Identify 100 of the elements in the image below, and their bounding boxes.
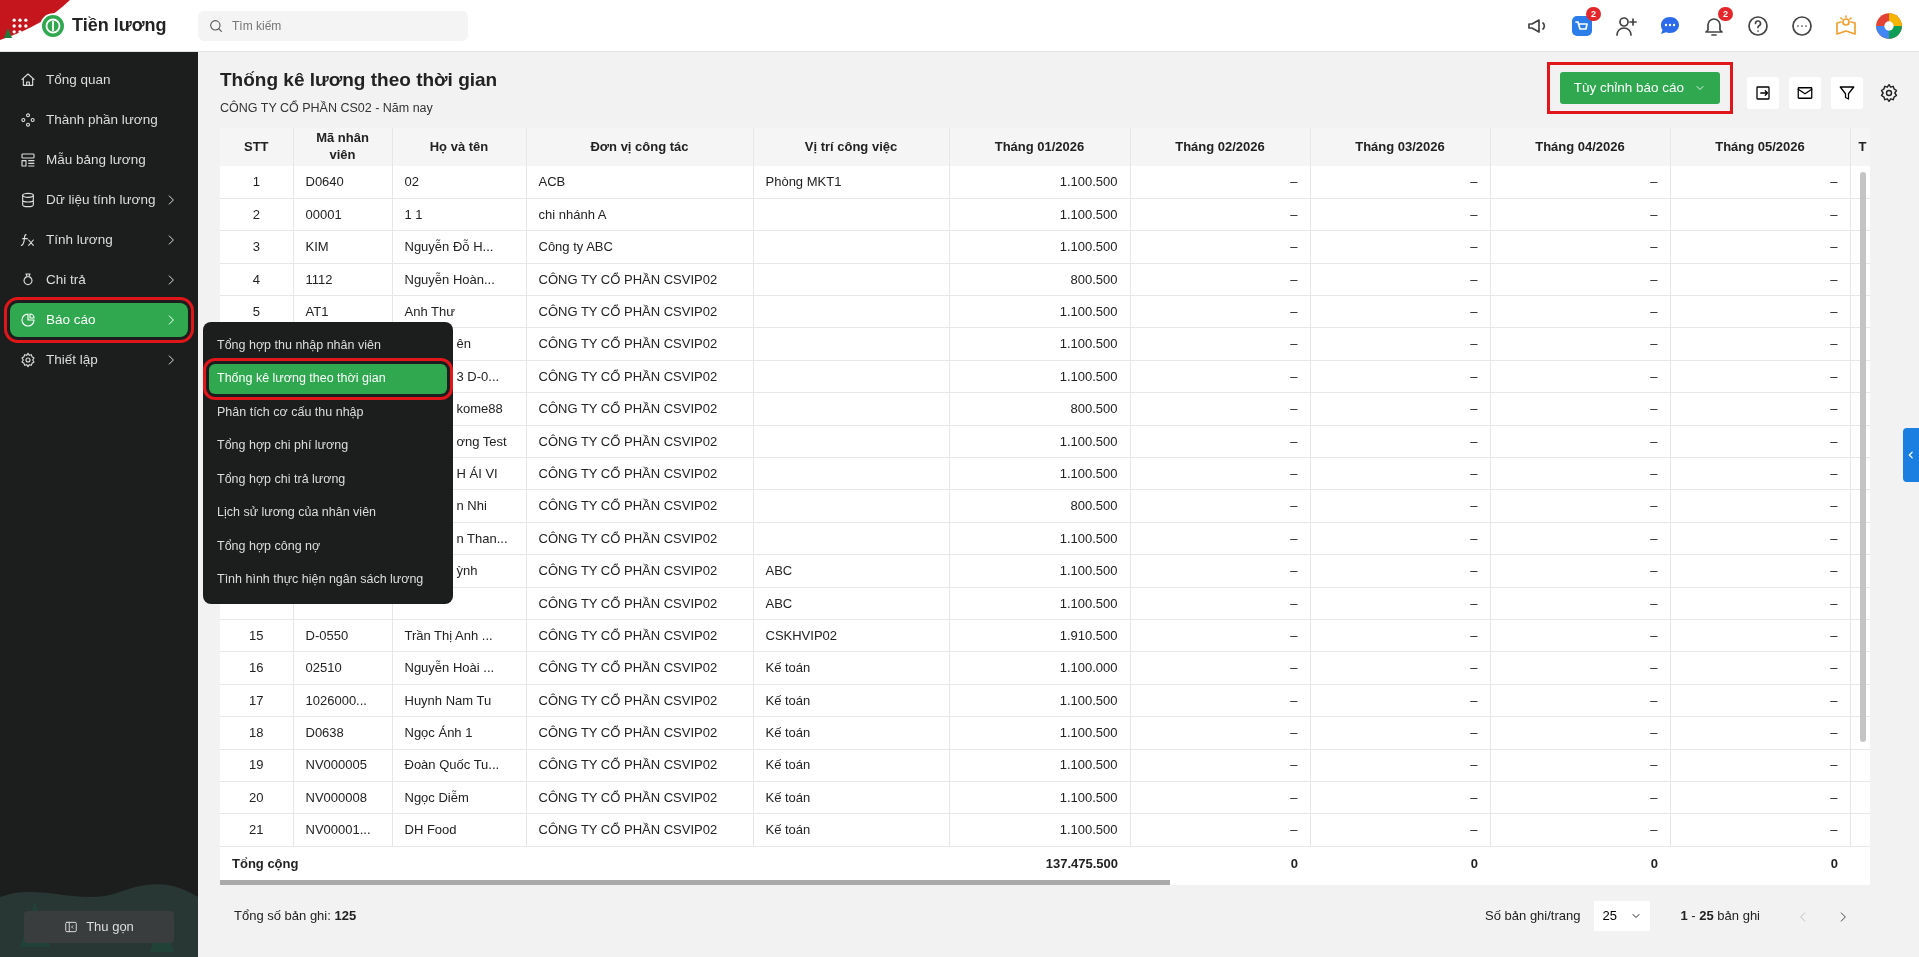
sidebar-item[interactable]: Thiết lập (10, 343, 188, 377)
database-icon (20, 192, 36, 208)
table-cell: – (1830, 465, 1838, 481)
help-icon[interactable] (1746, 13, 1770, 38)
table-cell: CÔNG TY CỔ PHẦN CSVIP02 (538, 725, 718, 741)
table-cell: KIM (305, 239, 329, 255)
table-cell: – (1290, 692, 1298, 708)
table-cell: 16 (249, 660, 264, 676)
column-header: Tháng 04/2026 (1490, 128, 1670, 166)
submenu-item[interactable]: Tổng hợp chi phí lương (209, 430, 447, 461)
table-cell: – (1830, 757, 1838, 773)
table-cell: 02510 (305, 660, 342, 676)
collapse-button[interactable]: Thu gọn (24, 911, 174, 943)
column-header: T (1850, 128, 1870, 166)
table-cell: CÔNG TY CỔ PHẦN CSVIP02 (538, 530, 718, 546)
sidebar-item[interactable]: Dữ liệu tính lương (10, 183, 188, 217)
table-cell: Nguyễn Đỗ H... (404, 239, 494, 255)
table-cell: – (1290, 368, 1298, 384)
sidebar-item[interactable]: Mẫu bảng lương (10, 143, 188, 177)
table-cell: – (1650, 498, 1658, 514)
chevron-left-icon (1906, 450, 1916, 460)
filter-button[interactable] (1831, 77, 1863, 109)
submenu-item[interactable]: Tổng hợp công nợ (209, 531, 447, 561)
table-cell: 0 (1290, 855, 1298, 871)
table-cell: – (1290, 336, 1298, 352)
table-cell: – (1830, 304, 1838, 319)
table-cell: Nguyễn Hoàn... (404, 271, 495, 287)
table-cell: CÔNG TY CỔ PHẦN CSVIP02 (538, 595, 718, 611)
table-cell: – (1830, 206, 1838, 222)
table-cell: ACB (538, 174, 566, 190)
avatar-icon[interactable] (1875, 11, 1903, 40)
sidebar-item[interactable]: Tổng quan (10, 63, 188, 97)
email-button[interactable] (1789, 77, 1821, 109)
column-header: STT (220, 128, 293, 166)
table-cell: – (1830, 271, 1838, 287)
table-cell: Kế toán (765, 725, 811, 741)
table-cell: – (1650, 725, 1658, 741)
table-cell: – (1830, 692, 1838, 708)
table-cell: CÔNG TY CỔ PHẦN CSVIP02 (538, 660, 718, 676)
table-cell: 21 (249, 822, 264, 838)
table-cell: – (1650, 433, 1658, 449)
table-cell: 1 1 (404, 206, 423, 222)
more-icon[interactable] (1790, 13, 1814, 38)
submenu-item[interactable]: Lịch sử lương của nhân viên (209, 497, 447, 528)
table-cell: CSKHVIP02 (765, 627, 838, 643)
table-cell: Đoàn Quốc Tu... (404, 757, 500, 773)
table-cell: – (1470, 239, 1478, 255)
side-panel-toggle[interactable] (1903, 428, 1919, 482)
export-icon (1754, 84, 1772, 102)
column-header: Tháng 03/2026 (1310, 128, 1490, 166)
sidebar-item[interactable]: Thành phần lương (10, 103, 188, 137)
table-cell: 17 (249, 692, 264, 708)
page-size-select[interactable]: 25 (1594, 901, 1651, 932)
submenu-item[interactable]: Phân tích cơ cấu thu nhập (209, 397, 447, 427)
table-cell: 137.475.500 (1045, 855, 1118, 871)
table-cell: n Than... (456, 530, 508, 546)
table-cell: 1.100.000 (1059, 660, 1118, 676)
table-cell: CÔNG TY CỔ PHẦN CSVIP02 (538, 757, 718, 773)
table-cell: NV000008 (305, 789, 367, 805)
sidebar-item[interactable]: Chi trả (10, 263, 188, 297)
settings-icon[interactable] (1879, 83, 1899, 103)
submenu-item[interactable]: Tình hình thực hiện ngân sách lương (209, 564, 447, 595)
table-cell: – (1470, 660, 1478, 676)
column-header: Đơn vị công tác (526, 128, 753, 166)
submenu-item[interactable]: Tổng hợp thu nhập nhân viên (209, 330, 447, 360)
table-cell: – (1470, 174, 1478, 190)
table-cell: – (1290, 757, 1298, 773)
cart-icon[interactable] (1570, 13, 1594, 38)
column-header: Họ và tên (392, 128, 526, 166)
table-cell: 1.100.500 (1059, 304, 1118, 319)
column-header: Tháng 02/2026 (1130, 128, 1310, 166)
table-cell: 5 (252, 304, 260, 319)
table-cell: – (1650, 206, 1658, 222)
sidebar-item[interactable]: Tính lương (10, 223, 188, 257)
table-cell: – (1290, 433, 1298, 449)
table-cell: CÔNG TY CỔ PHẦN CSVIP02 (538, 401, 718, 417)
table-cell: – (1470, 757, 1478, 773)
table-cell: Công ty ABC (538, 239, 613, 255)
table-cell: NV00001... (305, 822, 371, 838)
export-button[interactable] (1747, 77, 1779, 109)
table-cell: Kế toán (765, 789, 811, 805)
table-cell: – (1470, 822, 1478, 838)
table-cell: – (1830, 563, 1838, 579)
table-cell: 1.100.500 (1059, 465, 1118, 481)
search-field[interactable]: Tìm kiếm (198, 10, 468, 41)
scrollbar[interactable] (220, 880, 1170, 886)
table-cell: CÔNG TY CỔ PHẦN CSVIP02 (538, 271, 718, 287)
table-cell: ơng Test (456, 433, 507, 449)
submenu-item[interactable]: Tổng hợp chi trả lương (209, 464, 447, 494)
table-cell: 1 (252, 174, 260, 190)
table-cell: 18 (249, 725, 264, 741)
table-cell: – (1650, 530, 1658, 546)
table-cell: – (1470, 336, 1478, 352)
table-cell: kome88 (456, 401, 503, 417)
table-cell: – (1290, 725, 1298, 741)
scrollbar[interactable] (1860, 172, 1866, 742)
table-cell: Kế toán (765, 692, 811, 708)
table-cell: – (1830, 498, 1838, 514)
table-cell: 3 (252, 239, 260, 255)
table-cell: 1.100.500 (1059, 789, 1118, 805)
